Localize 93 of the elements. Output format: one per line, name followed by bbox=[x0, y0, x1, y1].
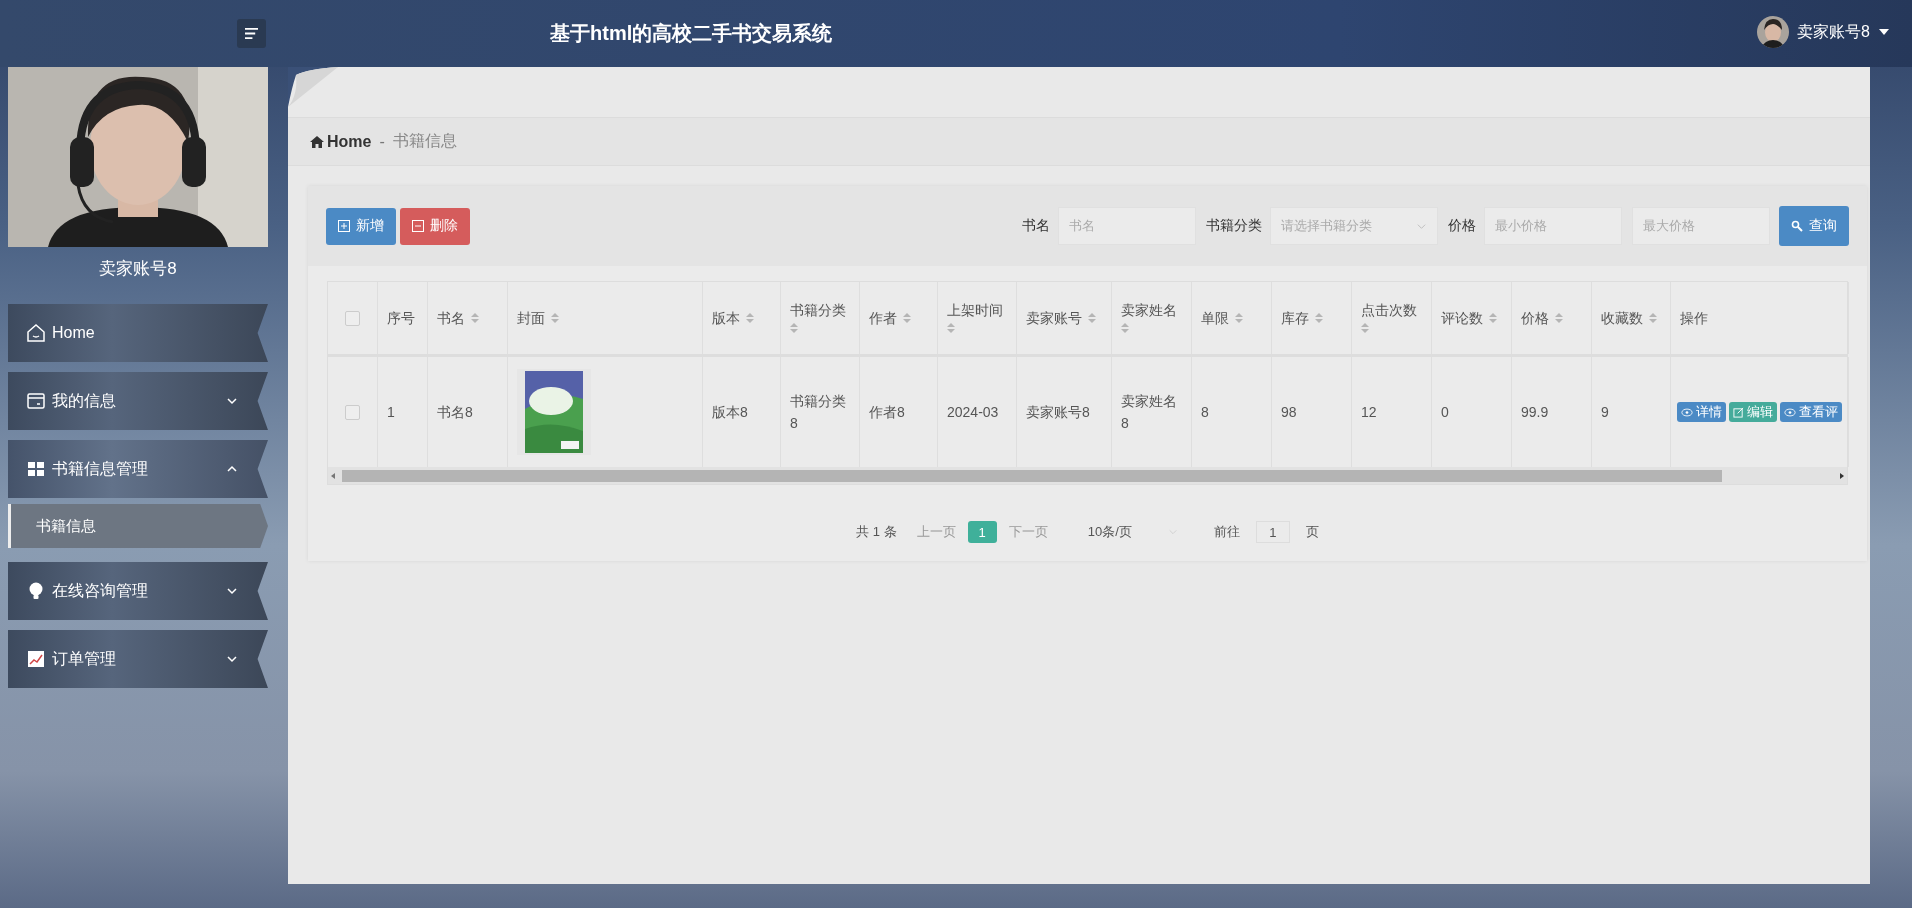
sort-icon[interactable] bbox=[1235, 312, 1243, 324]
column-header: 库存 bbox=[1281, 309, 1309, 327]
table-cell-text: 12 bbox=[1361, 402, 1377, 422]
column-header: 作者 bbox=[869, 309, 897, 327]
column-header: 单限 bbox=[1201, 309, 1229, 327]
column-header: 操作 bbox=[1680, 309, 1708, 327]
eye-icon bbox=[1681, 407, 1693, 417]
sort-icon[interactable] bbox=[1088, 312, 1096, 324]
grid-icon bbox=[26, 459, 46, 479]
column-header: 版本 bbox=[712, 309, 740, 327]
home-icon bbox=[26, 323, 46, 343]
home-icon bbox=[310, 135, 324, 148]
edit-button[interactable]: 编辑 bbox=[1729, 402, 1777, 422]
sort-icon[interactable] bbox=[746, 312, 754, 324]
view-button[interactable]: 详情 bbox=[1677, 402, 1726, 422]
column-header: 收藏数 bbox=[1601, 309, 1643, 327]
page-size-select[interactable]: 10条/页 bbox=[1087, 523, 1178, 541]
filter-label: 书籍分类 bbox=[1206, 217, 1262, 235]
breadcrumb-separator: - bbox=[379, 132, 385, 151]
sidebar-subitem[interactable]: 书籍信息 bbox=[8, 504, 268, 548]
table-cell-text: 作者8 bbox=[869, 402, 905, 422]
column-header: 书名 bbox=[437, 309, 465, 327]
column-header: 点击次数 bbox=[1361, 301, 1417, 319]
input-field[interactable]: 最小价格 bbox=[1484, 207, 1622, 245]
total-count: 共 1 条 bbox=[856, 523, 897, 541]
sort-icon[interactable] bbox=[1555, 312, 1563, 324]
sidebar-item[interactable]: 书籍信息管理 bbox=[8, 440, 268, 498]
table-cell-text: 9 bbox=[1601, 402, 1609, 422]
page-button[interactable]: 1 bbox=[967, 521, 997, 543]
card-icon bbox=[26, 391, 46, 411]
column-header: 封面 bbox=[517, 309, 545, 327]
delete-button[interactable]: 删除 bbox=[400, 207, 470, 245]
column-header: 上架时间 bbox=[947, 301, 1003, 319]
table-cell-text: 98 bbox=[1281, 402, 1297, 422]
sort-icon[interactable] bbox=[903, 312, 911, 324]
sort-icon[interactable] bbox=[1649, 312, 1657, 324]
breadcrumb-home[interactable]: Home bbox=[310, 132, 372, 151]
view-button[interactable]: 查看评 bbox=[1780, 402, 1842, 422]
table-cell-text: 99.9 bbox=[1521, 402, 1549, 422]
sort-icon[interactable] bbox=[471, 312, 479, 324]
sort-icon[interactable] bbox=[1489, 312, 1497, 324]
profile-name: 卖家账号8 bbox=[98, 258, 178, 280]
page-curl-drawing bbox=[288, 67, 338, 107]
table-cell-text: 书籍分类8 bbox=[790, 391, 847, 433]
column-header: 序号 bbox=[387, 309, 415, 327]
caret-icon[interactable] bbox=[1878, 27, 1890, 37]
goto-label: 前往 bbox=[1213, 523, 1240, 541]
search-icon bbox=[1791, 220, 1803, 232]
table-cell-text: 卖家账号8 bbox=[1026, 402, 1090, 422]
filter-label: 价格 bbox=[1448, 217, 1476, 235]
horizontal-scrollbar[interactable] bbox=[328, 467, 1847, 484]
column-header: 价格 bbox=[1521, 309, 1549, 327]
table-cell-text: 0 bbox=[1441, 402, 1449, 422]
table-cell-text: 2024-03 bbox=[947, 402, 999, 422]
menu-icon bbox=[244, 27, 259, 40]
minus-icon bbox=[412, 220, 424, 232]
edit-icon bbox=[1733, 406, 1744, 418]
table-cell-text: 1 bbox=[387, 402, 395, 422]
sidebar-item[interactable]: 订单管理 bbox=[8, 630, 268, 688]
menu-button[interactable] bbox=[237, 19, 266, 48]
sidebar-item[interactable]: 我的信息 bbox=[8, 372, 268, 430]
add-button[interactable]: 新增 bbox=[326, 207, 396, 245]
table-cell-text: 8 bbox=[1201, 402, 1209, 422]
search-button[interactable]: 查询 bbox=[1779, 206, 1849, 246]
user-name[interactable]: 卖家账号8 bbox=[1797, 21, 1870, 43]
column-header: 卖家姓名 bbox=[1121, 301, 1177, 319]
table-cell-text: 版本8 bbox=[712, 402, 748, 422]
sort-icon[interactable] bbox=[790, 322, 798, 335]
input-field[interactable]: 最大价格 bbox=[1632, 207, 1770, 245]
goto-page-field[interactable]: 1 bbox=[1255, 521, 1290, 543]
input-field[interactable]: 书名 bbox=[1058, 207, 1196, 245]
filter-label: 书名 bbox=[1022, 217, 1050, 235]
sort-icon[interactable] bbox=[551, 312, 559, 324]
app-title: 基于html的高校二手书交易系统 bbox=[550, 21, 833, 46]
breadcrumb-current: 书籍信息 bbox=[392, 131, 457, 151]
sort-icon[interactable] bbox=[1315, 312, 1323, 324]
sort-icon[interactable] bbox=[1121, 322, 1129, 335]
column-header: 书籍分类 bbox=[790, 301, 846, 319]
page-unit-label: 页 bbox=[1305, 523, 1319, 541]
sidebar-item[interactable]: Home bbox=[8, 304, 268, 362]
column-header: 评论数 bbox=[1441, 309, 1483, 327]
checkbox[interactable] bbox=[345, 404, 360, 420]
table-cell-text: 书名8 bbox=[437, 402, 473, 422]
category-select[interactable]: 请选择书籍分类 bbox=[1270, 207, 1438, 245]
chart-icon bbox=[26, 649, 46, 669]
eye-icon bbox=[1784, 407, 1796, 417]
table-cell-text: 卖家姓名8 bbox=[1121, 391, 1178, 433]
checkbox[interactable] bbox=[345, 310, 360, 326]
plus-icon bbox=[338, 220, 350, 232]
sort-icon[interactable] bbox=[947, 322, 955, 335]
column-header: 卖家账号 bbox=[1026, 309, 1082, 327]
sort-icon[interactable] bbox=[1361, 322, 1369, 335]
sidebar-item[interactable]: 在线咨询管理 bbox=[8, 562, 268, 620]
